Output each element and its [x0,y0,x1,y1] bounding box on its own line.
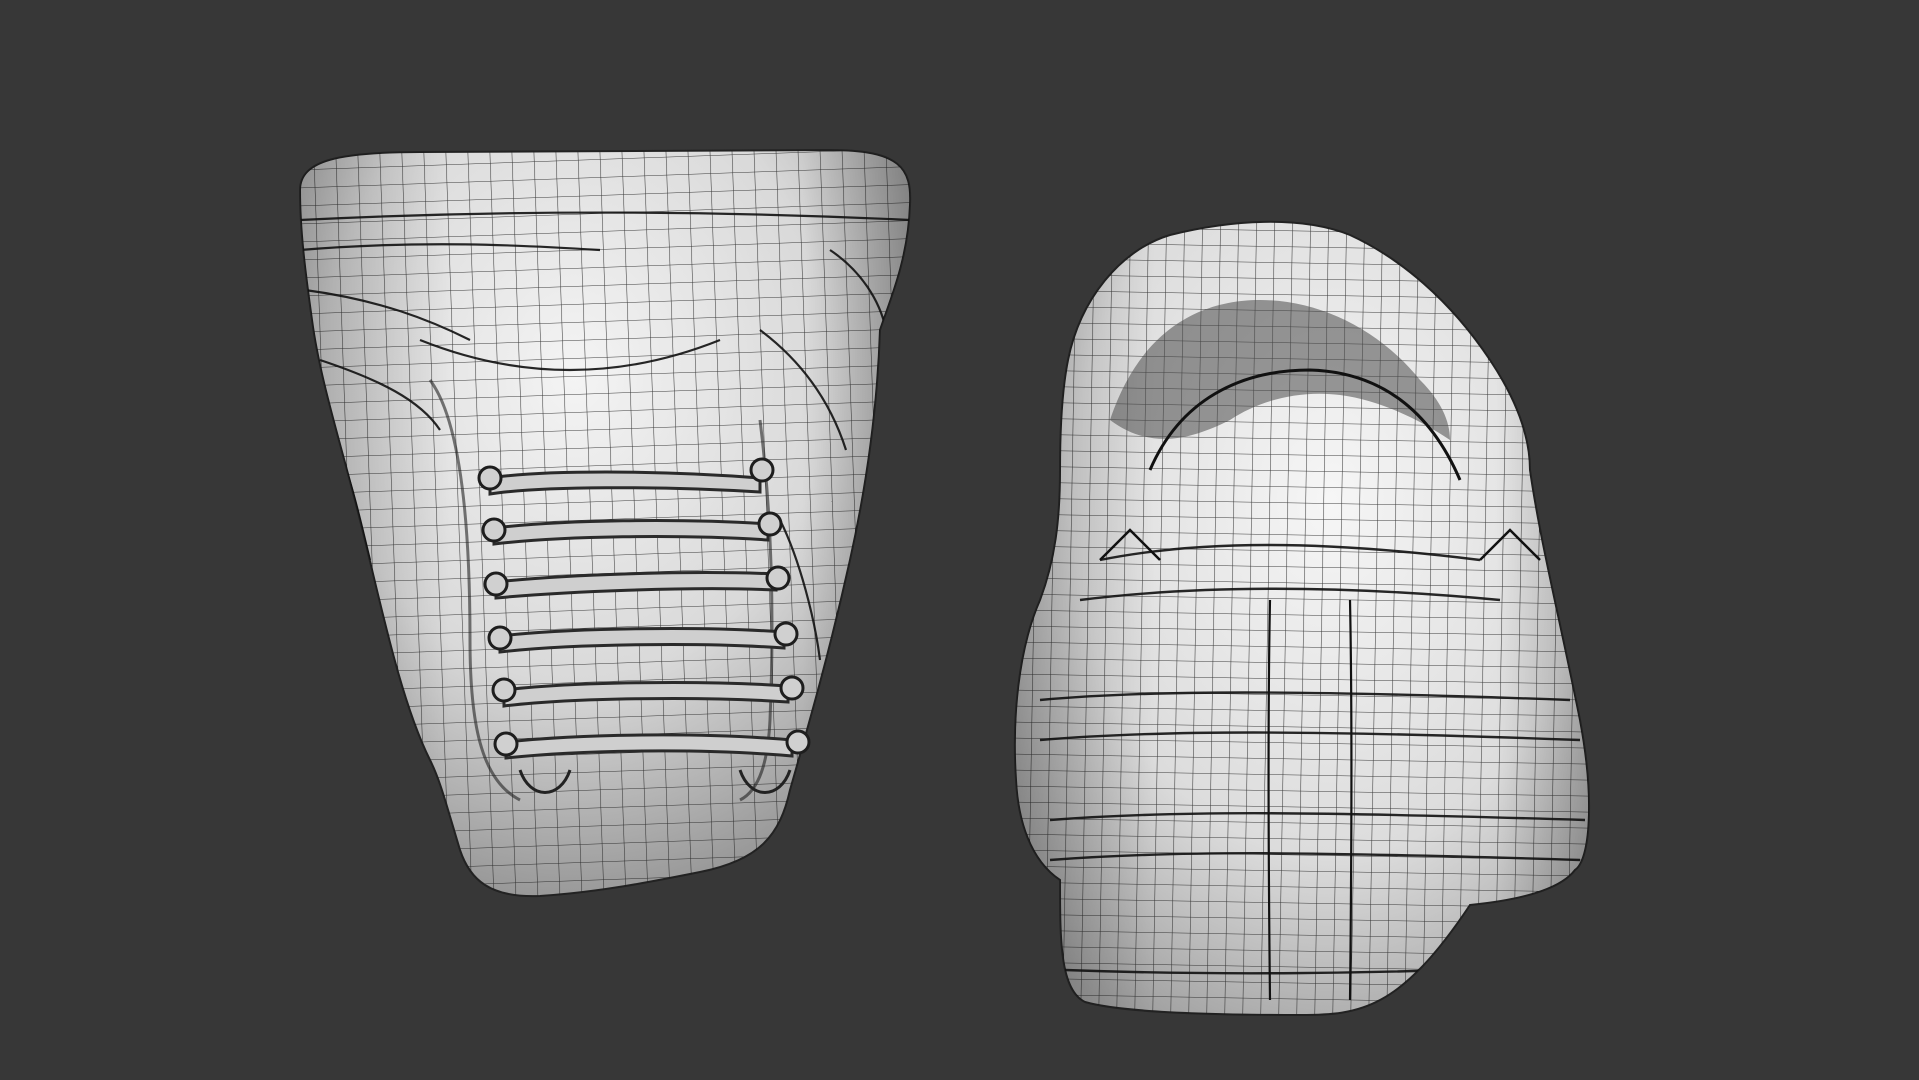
viewport-canvas[interactable] [0,0,1919,1080]
3d-viewport[interactable] [0,0,1919,1080]
viewport-background [0,0,1919,1080]
